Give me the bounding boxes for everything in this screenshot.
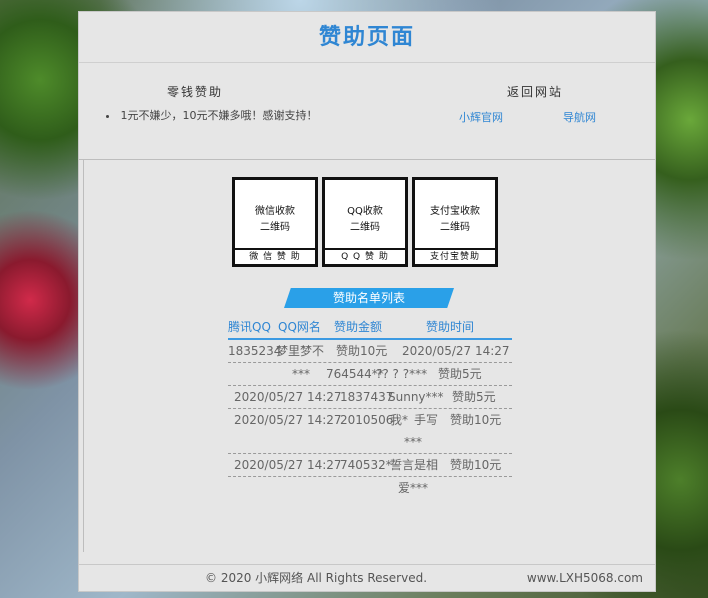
table-cell: 赞助10元 bbox=[450, 413, 502, 427]
alipay-qr-label: 支付宝赞助 bbox=[415, 248, 495, 264]
copyright-text: © 2020 小辉网络 All Rights Reserved. bbox=[205, 571, 428, 585]
table-cell: 爱*** bbox=[398, 481, 429, 495]
table-cell: 740532* bbox=[340, 458, 392, 472]
table-cell: 赞助5元 bbox=[452, 390, 496, 404]
column-header-time: 赞助时间 bbox=[426, 320, 475, 334]
qq-qr-label: Q Q 赞 助 bbox=[325, 248, 405, 264]
table-cell: 2020/05/27 14:27 bbox=[234, 413, 342, 427]
table-row: *** 764544** ?? ? ?*** 赞助5元 bbox=[228, 363, 512, 386]
table-cell: 赞助5元 bbox=[438, 367, 482, 381]
table-cell: 梦里梦不 bbox=[276, 344, 325, 358]
qq-qr-subtext: 二维码 bbox=[350, 222, 380, 233]
page-title: 赞助页面 bbox=[318, 25, 415, 50]
table-cell: 1837437 bbox=[340, 390, 394, 404]
wechat-qr-text: 微信收款 bbox=[255, 206, 295, 217]
info-row: 零钱赞助 1元不嫌少，10元不嫌多哦！感谢支持！ 返回网站 小辉官网 导航网 bbox=[79, 63, 655, 160]
qr-code-group: 微信收款 二维码 微 信 赞 助 QQ收款 二维码 Q Q 赞 助 支付宝收款 … bbox=[232, 177, 502, 267]
table-row: 2020/05/27 14:27 2010506 我* 手写 赞助10元 *** bbox=[228, 409, 512, 454]
link-xiaohui-official[interactable]: 小辉官网 bbox=[459, 109, 503, 125]
return-site-heading: 返回网站 bbox=[507, 85, 564, 99]
page-footer: © 2020 小辉网络 All Rights Reserved. www.LXH… bbox=[79, 564, 655, 591]
table-cell: 1835234 bbox=[228, 344, 282, 358]
column-header-nickname: QQ网名 bbox=[278, 320, 321, 334]
wechat-qr-subtext: 二维码 bbox=[260, 222, 290, 233]
column-header-qq: 腾讯QQ bbox=[228, 320, 271, 334]
column-header-amount: 赞助金额 bbox=[334, 320, 383, 334]
wechat-qr-code: 微信收款 二维码 微 信 赞 助 bbox=[232, 177, 318, 267]
small-change-list: 1元不嫌少，10元不嫌多哦！感谢支持！ bbox=[99, 109, 319, 123]
link-navigation-site[interactable]: 导航网 bbox=[563, 109, 596, 125]
table-cell: 我* bbox=[390, 413, 409, 427]
table-row: 爱*** bbox=[228, 477, 512, 499]
small-change-heading: 零钱赞助 bbox=[167, 85, 224, 99]
table-cell: ?? ? ?*** bbox=[376, 367, 428, 381]
table-row: 2020/05/27 14:27 1837437 Sunny*** 赞助5元 bbox=[228, 386, 512, 409]
sponsor-table: 腾讯QQ QQ网名 赞助金额 赞助时间 1835234 梦里梦不 赞助10元 2… bbox=[228, 316, 512, 499]
alipay-qr-code: 支付宝收款 二维码 支付宝赞助 bbox=[412, 177, 498, 267]
alipay-qr-subtext: 二维码 bbox=[440, 222, 470, 233]
wechat-qr-label: 微 信 赞 助 bbox=[235, 248, 315, 264]
table-cell: 赞助10元 bbox=[450, 458, 502, 472]
page-header: 赞助页面 bbox=[79, 12, 655, 63]
table-cell: 赞助10元 bbox=[336, 344, 388, 358]
sponsor-list-title: 赞助名单列表 bbox=[284, 288, 454, 308]
table-cell: 誓言是相 bbox=[390, 458, 439, 472]
qq-qr-code: QQ收款 二维码 Q Q 赞 助 bbox=[322, 177, 408, 267]
alipay-qr-text: 支付宝收款 bbox=[430, 206, 480, 217]
table-cell: *** bbox=[404, 435, 422, 449]
table-cell: 2010506 bbox=[340, 413, 394, 427]
table-cell: 手写 bbox=[414, 413, 439, 427]
table-row: 1835234 梦里梦不 赞助10元 2020/05/27 14:27 bbox=[228, 340, 512, 363]
table-cell: Sunny*** bbox=[388, 390, 444, 404]
sponsor-panel: 赞助页面 零钱赞助 1元不嫌少，10元不嫌多哦！感谢支持！ 返回网站 小辉官网 … bbox=[78, 11, 656, 592]
table-row: 2020/05/27 14:27 740532* 誓言是相 赞助10元 bbox=[228, 454, 512, 477]
main-content: 微信收款 二维码 微 信 赞 助 QQ收款 二维码 Q Q 赞 助 支付宝收款 … bbox=[83, 159, 652, 552]
site-url-link[interactable]: www.LXH5068.com bbox=[527, 565, 643, 591]
sponsor-table-header: 腾讯QQ QQ网名 赞助金额 赞助时间 bbox=[228, 316, 512, 340]
small-change-note: 1元不嫌少，10元不嫌多哦！感谢支持！ bbox=[119, 109, 319, 123]
table-cell: *** bbox=[292, 367, 310, 381]
table-cell: 2020/05/27 14:27 bbox=[402, 344, 510, 358]
table-cell: 2020/05/27 14:27 bbox=[234, 390, 342, 404]
qq-qr-text: QQ收款 bbox=[347, 206, 383, 217]
table-cell: 2020/05/27 14:27 bbox=[234, 458, 342, 472]
